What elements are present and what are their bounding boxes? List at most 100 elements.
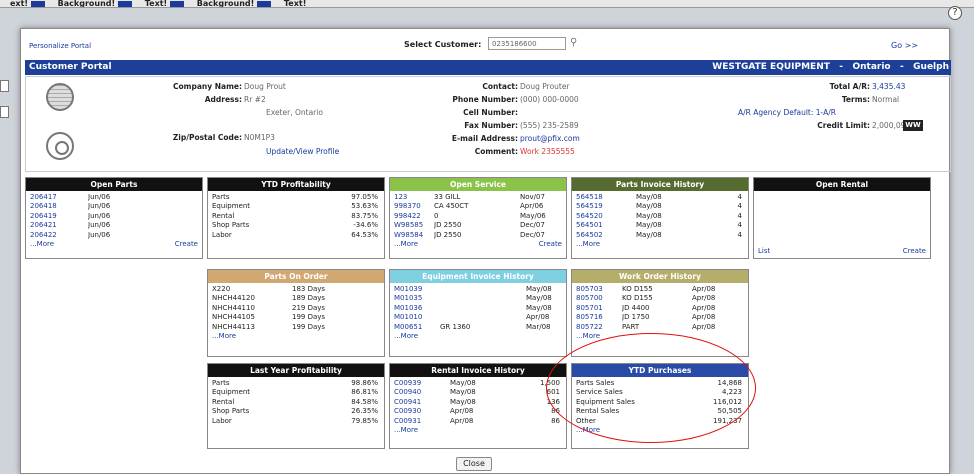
- part-number[interactable]: 206418: [30, 202, 88, 211]
- panel-header: Rental Invoice History: [390, 364, 566, 377]
- more-link[interactable]: ...More: [394, 240, 418, 249]
- invoice-number[interactable]: M00651: [394, 323, 440, 332]
- list-item[interactable]: C00939 May/08 1,500: [394, 379, 562, 388]
- list-link[interactable]: List: [758, 247, 770, 256]
- part-number[interactable]: 206422: [30, 231, 88, 240]
- toolbar-item[interactable]: ext!: [10, 0, 28, 7]
- invoice-number[interactable]: C00939: [394, 379, 450, 388]
- list-item[interactable]: 123 33 GILL Nov/07: [394, 193, 562, 202]
- work-order-number[interactable]: 805700: [576, 294, 622, 303]
- color-swatch[interactable]: [117, 0, 132, 7]
- service-number[interactable]: 998422: [394, 212, 434, 221]
- list-item[interactable]: 998422 0 May/06: [394, 212, 562, 221]
- create-link[interactable]: Create: [539, 240, 562, 249]
- list-item[interactable]: W98584 JD 2550 Dec/07: [394, 231, 562, 240]
- toolbar-item[interactable]: Background!: [58, 0, 116, 7]
- more-link[interactable]: ...More: [394, 332, 418, 341]
- invoice-number[interactable]: C00940: [394, 388, 450, 397]
- list-item: Rental 84.58%: [212, 398, 380, 407]
- invoice-number[interactable]: M01039: [394, 285, 440, 294]
- work-order-number[interactable]: 805701: [576, 304, 622, 313]
- color-swatch[interactable]: [30, 0, 45, 7]
- list-item[interactable]: 206419 Jun/06: [30, 212, 198, 221]
- invoice-number[interactable]: 564520: [576, 212, 636, 221]
- invoice-number[interactable]: C00931: [394, 417, 450, 426]
- service-number[interactable]: 123: [394, 193, 434, 202]
- ar-agency-link[interactable]: A/R Agency Default: 1-A/R: [738, 108, 836, 117]
- go-link[interactable]: Go >>: [891, 41, 918, 50]
- list-item[interactable]: M01039 May/08: [394, 285, 562, 294]
- work-order-number[interactable]: 805716: [576, 313, 622, 322]
- list-item[interactable]: M01036 May/08: [394, 304, 562, 313]
- list-item[interactable]: 206421 Jun/06: [30, 221, 198, 230]
- color-swatch[interactable]: [257, 0, 272, 7]
- background-input[interactable]: [0, 80, 9, 92]
- list-item[interactable]: M01035 May/08: [394, 294, 562, 303]
- toolbar-item[interactable]: Text!: [284, 0, 306, 7]
- list-item[interactable]: C00931 Apr/08 86: [394, 417, 562, 426]
- list-item[interactable]: 564519 May/08 4: [576, 202, 744, 211]
- work-order-number[interactable]: 805703: [576, 285, 622, 294]
- list-item[interactable]: 564520 May/08 4: [576, 212, 744, 221]
- close-button[interactable]: Close: [456, 457, 492, 471]
- list-item[interactable]: 805701 JD 4400 Apr/08: [576, 304, 744, 313]
- list-item[interactable]: C00941 May/08 136: [394, 398, 562, 407]
- toolbar-item[interactable]: Background!: [197, 0, 255, 7]
- customer-input[interactable]: 0235186600: [488, 37, 566, 50]
- list-item[interactable]: M01010 Apr/08: [394, 313, 562, 322]
- create-link[interactable]: Create: [175, 240, 198, 249]
- color-swatch[interactable]: [170, 0, 184, 7]
- personalize-portal-link[interactable]: Personalize Portal: [29, 42, 91, 50]
- work-order-number[interactable]: 805722: [576, 323, 622, 332]
- more-link[interactable]: ...More: [576, 332, 600, 341]
- list-item[interactable]: 998370 CA 450CT Apr/06: [394, 202, 562, 211]
- service-number[interactable]: W98584: [394, 231, 434, 240]
- more-link[interactable]: ...More: [576, 240, 600, 249]
- update-profile-link[interactable]: Update/View Profile: [266, 147, 339, 156]
- invoice-number[interactable]: C00930: [394, 407, 450, 416]
- part-number[interactable]: 206417: [30, 193, 88, 202]
- ww-badge[interactable]: WW: [903, 120, 923, 131]
- service-number[interactable]: W98585: [394, 221, 434, 230]
- list-item[interactable]: 206418 Jun/06: [30, 202, 198, 211]
- model: [440, 294, 526, 303]
- invoice-number[interactable]: 564502: [576, 231, 636, 240]
- search-icon[interactable]: ⚲: [570, 37, 582, 49]
- list-item[interactable]: C00930 Apr/08 86: [394, 407, 562, 416]
- invoice-number[interactable]: M01010: [394, 313, 440, 322]
- invoice-number[interactable]: C00941: [394, 398, 450, 407]
- more-link[interactable]: ...More: [30, 240, 54, 249]
- invoice-number[interactable]: 564518: [576, 193, 636, 202]
- total-ar-value[interactable]: 3,435.43: [872, 82, 905, 91]
- list-item[interactable]: 805716 JD 1750 Apr/08: [576, 313, 744, 322]
- date: Apr/08: [692, 285, 716, 293]
- more-link[interactable]: ...More: [394, 426, 418, 435]
- background-input[interactable]: [0, 106, 9, 118]
- part-number[interactable]: 206419: [30, 212, 88, 221]
- list-item[interactable]: 805700 KO D155 Apr/08: [576, 294, 744, 303]
- list-item[interactable]: M00651 GR 1360 Mar/08: [394, 323, 562, 332]
- invoice-number[interactable]: 564519: [576, 202, 636, 211]
- help-icon[interactable]: ?: [948, 6, 962, 20]
- list-item[interactable]: 206417 Jun/06: [30, 193, 198, 202]
- list-item[interactable]: 206422 Jun/06: [30, 231, 198, 240]
- parts-invoice-panel: Parts Invoice History 564518 May/08 4 5645…: [571, 177, 749, 259]
- service-number[interactable]: 998370: [394, 202, 434, 211]
- part-number: NHCH44113: [212, 322, 255, 331]
- create-link[interactable]: Create: [903, 247, 926, 256]
- list-item[interactable]: 564501 May/08 4: [576, 221, 744, 230]
- email-link[interactable]: prout@pfix.com: [520, 134, 580, 143]
- list-item[interactable]: 564502 May/08 4: [576, 231, 744, 240]
- part-number[interactable]: 206421: [30, 221, 88, 230]
- list-item[interactable]: 564518 May/08 4: [576, 193, 744, 202]
- list-item[interactable]: 805722 PART Apr/08: [576, 323, 744, 332]
- more-link[interactable]: ...More: [212, 332, 236, 341]
- list-item[interactable]: 805703 KO D155 Apr/08: [576, 285, 744, 294]
- list-item[interactable]: C00940 May/08 601: [394, 388, 562, 397]
- invoice-number[interactable]: M01036: [394, 304, 440, 313]
- company-value: Doug Prout: [244, 82, 286, 91]
- list-item[interactable]: W98585 JD 2550 Dec/07: [394, 221, 562, 230]
- invoice-number[interactable]: M01035: [394, 294, 440, 303]
- invoice-number[interactable]: 564501: [576, 221, 636, 230]
- toolbar-item[interactable]: Text!: [145, 0, 167, 7]
